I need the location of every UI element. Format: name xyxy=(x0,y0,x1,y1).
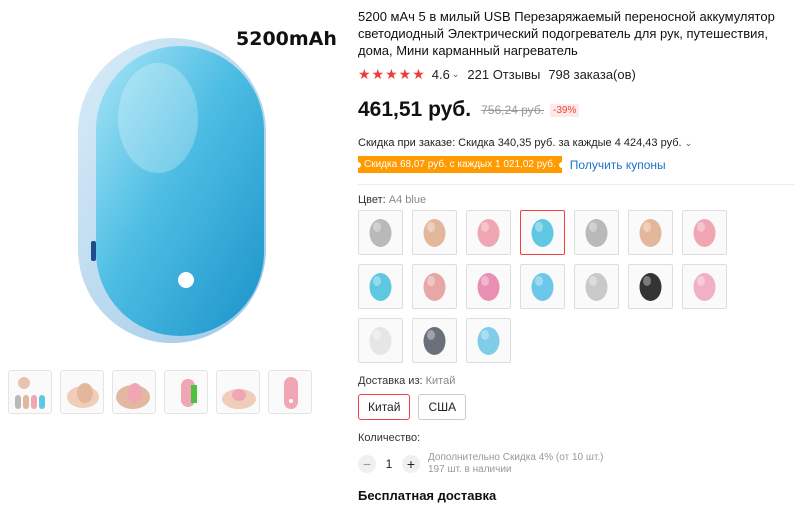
quantity-input[interactable]: 1 xyxy=(376,457,402,471)
product-info: 5200 мАч 5 в милый USB Перезаряжаемый пе… xyxy=(355,8,794,503)
shipping-options: Китай США xyxy=(358,394,794,420)
color-swatch[interactable] xyxy=(412,264,457,309)
rating-stars: ★★★★★ xyxy=(358,66,426,82)
product-main-image[interactable]: 5200mAh xyxy=(8,8,338,360)
swatch-image xyxy=(477,273,500,301)
swatch-image xyxy=(585,219,608,247)
color-swatch[interactable] xyxy=(682,264,727,309)
swatch-image xyxy=(693,219,716,247)
color-swatch[interactable] xyxy=(466,264,511,309)
color-swatch[interactable] xyxy=(358,264,403,309)
swatch-image xyxy=(531,219,554,247)
color-swatches xyxy=(358,210,794,363)
color-swatch[interactable] xyxy=(412,210,457,255)
color-swatch[interactable] xyxy=(628,210,673,255)
swatch-image xyxy=(423,273,446,301)
ship-option-china[interactable]: Китай xyxy=(358,394,411,420)
quantity-label: Количество: xyxy=(358,432,421,444)
hand-warmer-image xyxy=(78,38,266,343)
get-coupons-link[interactable]: Получить купоны xyxy=(570,158,666,172)
thumbnail[interactable] xyxy=(112,370,156,414)
quantity-note: Дополнительно Скидка 4% (от 10 шт.) 197 … xyxy=(428,452,603,476)
thumbnail[interactable] xyxy=(216,370,260,414)
color-selected-value: A4 blue xyxy=(388,194,427,206)
reviews-count[interactable]: 221 Отзывы xyxy=(467,67,540,82)
color-swatch[interactable] xyxy=(520,210,565,255)
rating-row: ★★★★★ 4.6 ⌄ 221 Отзывы 798 заказа(ов) xyxy=(358,66,794,83)
swatch-image xyxy=(585,273,608,301)
color-label-text: Цвет: xyxy=(358,194,386,206)
rating-score[interactable]: 4.6 xyxy=(432,67,450,82)
shipping-selected-value: Китай xyxy=(425,375,456,387)
swatch-image xyxy=(423,327,446,355)
color-swatch[interactable] xyxy=(412,318,457,363)
old-price: 756,24 руб. xyxy=(481,103,545,117)
order-discount[interactable]: Скидка при заказе: Скидка 340,35 руб. за… xyxy=(358,137,794,149)
capacity-caption: 5200mAh xyxy=(236,28,337,50)
shipping-label-text: Доставка из: xyxy=(358,375,423,387)
swatch-image xyxy=(531,273,554,301)
color-swatch[interactable] xyxy=(574,264,619,309)
shipping-label: Доставка из: Китай xyxy=(358,375,794,387)
quantity-stepper: − 1 + Дополнительно Скидка 4% (от 10 шт.… xyxy=(358,452,794,476)
coupon-row: Скидка 68,07 руб. с каждых 1 021,02 руб.… xyxy=(355,156,794,173)
swatch-image xyxy=(369,273,392,301)
swatch-image xyxy=(423,219,446,247)
swatch-image xyxy=(693,273,716,301)
swatch-image xyxy=(639,273,662,301)
color-swatch[interactable] xyxy=(358,318,403,363)
color-swatch[interactable] xyxy=(466,210,511,255)
color-swatch[interactable] xyxy=(358,210,403,255)
ship-option-usa[interactable]: США xyxy=(418,394,467,420)
product-title: 5200 мАч 5 в милый USB Перезаряжаемый пе… xyxy=(358,9,775,58)
color-swatch[interactable] xyxy=(628,264,673,309)
free-shipping: Бесплатная доставка xyxy=(358,488,497,503)
color-swatch[interactable] xyxy=(520,264,565,309)
swatch-image xyxy=(369,327,392,355)
bulk-discount-note: Дополнительно Скидка 4% (от 10 шт.) xyxy=(428,452,604,463)
thumbnail[interactable] xyxy=(164,370,208,414)
swatch-image xyxy=(477,219,500,247)
swatch-image xyxy=(639,219,662,247)
color-swatch[interactable] xyxy=(466,318,511,363)
coupon-badge: Скидка 68,07 руб. с каждых 1 021,02 руб. xyxy=(355,156,565,173)
order-discount-text: Скидка при заказе: Скидка 340,35 руб. за… xyxy=(358,137,682,149)
orders-count: 798 заказа(ов) xyxy=(548,67,636,82)
thumbnail[interactable] xyxy=(268,370,312,414)
thumbnail[interactable] xyxy=(8,370,52,414)
swatch-image xyxy=(477,327,500,355)
divider xyxy=(358,184,794,185)
chevron-down-icon[interactable]: ⌄ xyxy=(452,69,460,80)
swatch-image xyxy=(369,219,392,247)
price-row: 461,51 руб. 756,24 руб. -39% xyxy=(358,98,794,122)
stock-note: 197 шт. в наличии xyxy=(428,464,512,475)
plus-icon[interactable]: + xyxy=(402,455,420,473)
color-label: Цвет: A4 blue xyxy=(358,194,794,206)
minus-icon[interactable]: − xyxy=(358,455,376,473)
chevron-down-icon[interactable]: ⌄ xyxy=(685,138,693,148)
thumbnail[interactable] xyxy=(60,370,104,414)
color-swatch[interactable] xyxy=(682,210,727,255)
thumbnail-strip xyxy=(8,370,312,414)
discount-badge: -39% xyxy=(550,103,580,117)
color-swatch[interactable] xyxy=(574,210,619,255)
current-price: 461,51 руб. xyxy=(358,98,472,121)
